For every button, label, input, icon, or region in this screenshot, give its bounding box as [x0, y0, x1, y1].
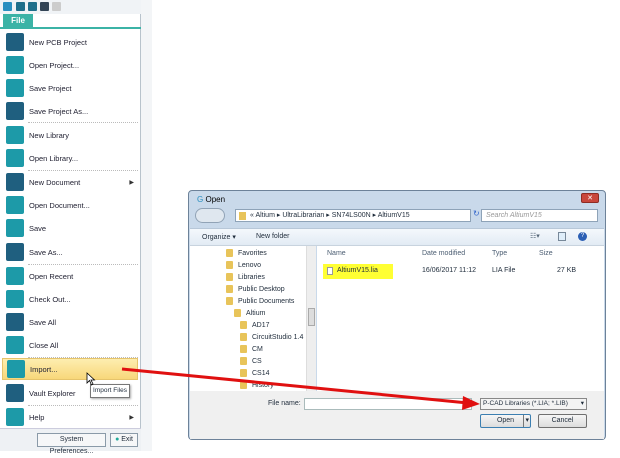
- arrow-line: [121, 367, 469, 405]
- arrow-head: [462, 396, 480, 410]
- annotation-arrow: [121, 367, 480, 410]
